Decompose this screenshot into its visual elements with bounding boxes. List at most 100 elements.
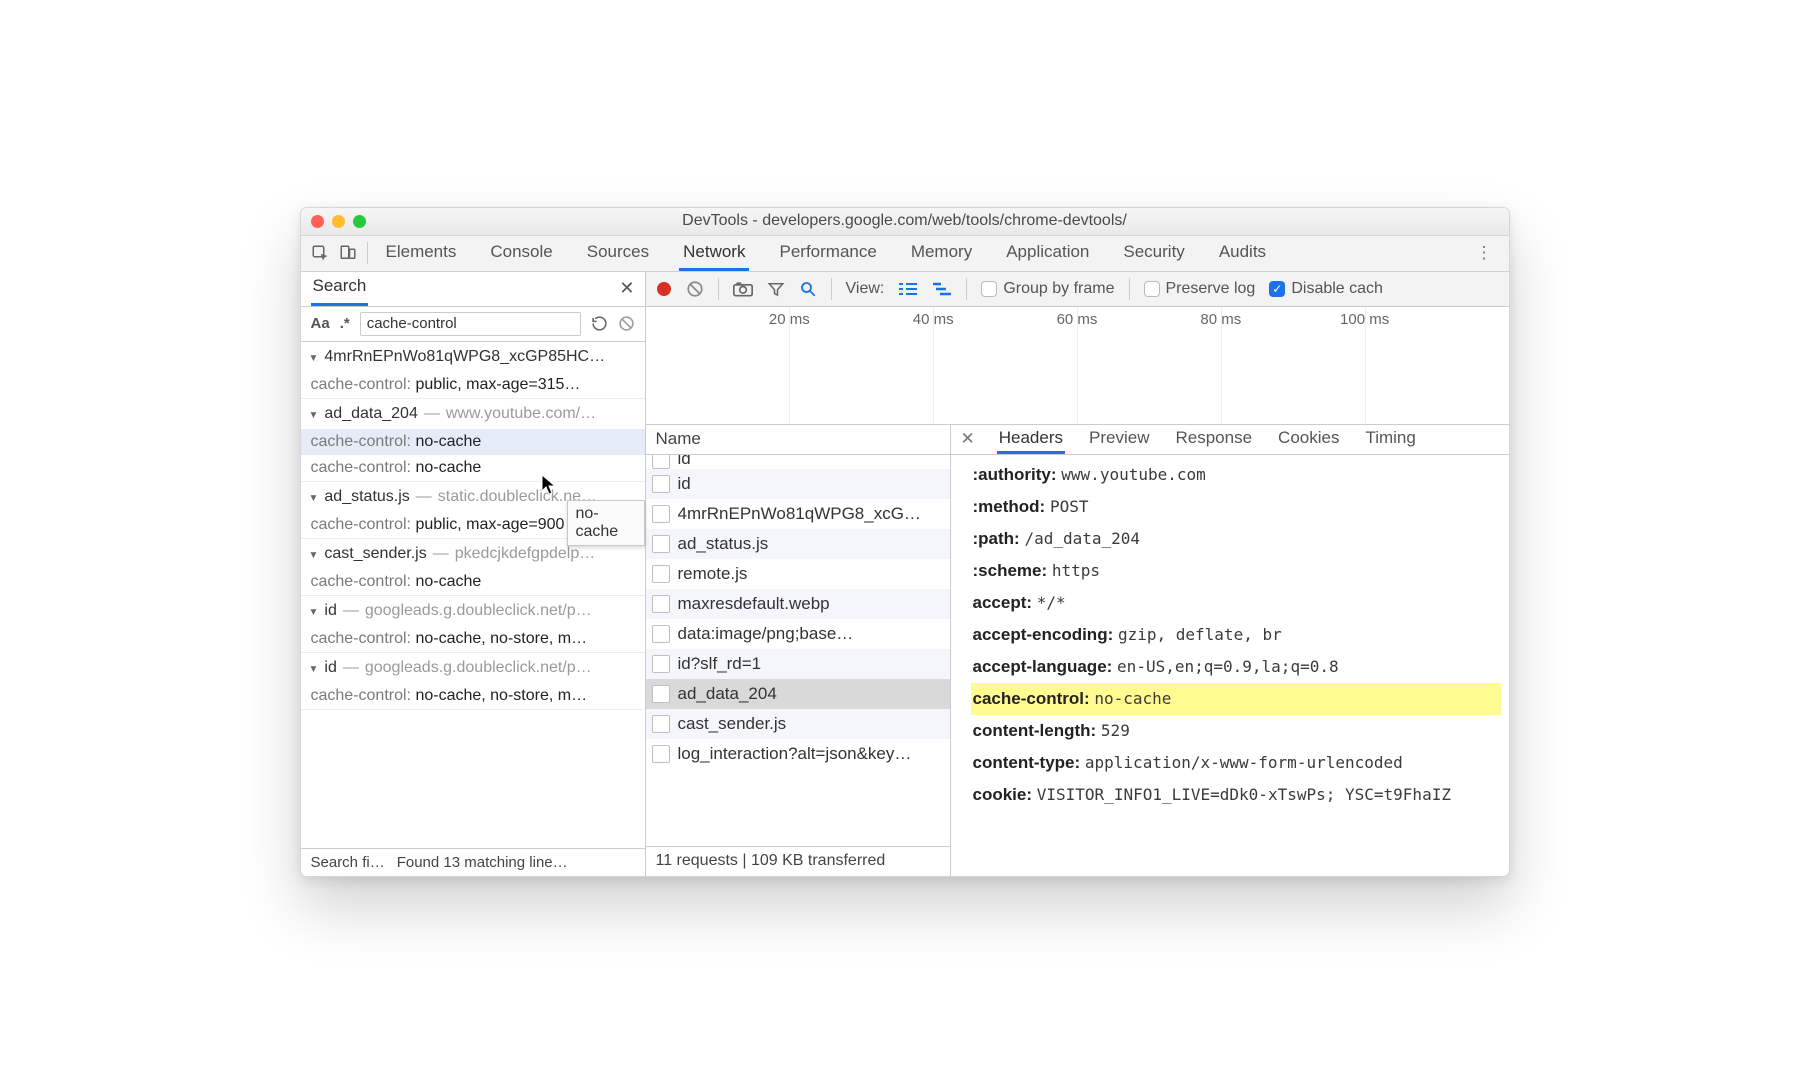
table-row[interactable]: log_interaction?alt=json&key… xyxy=(646,739,950,769)
capture-screenshots-icon[interactable] xyxy=(733,281,753,297)
table-row[interactable]: id xyxy=(646,455,950,469)
header-row[interactable]: cookie: VISITOR_INFO1_LIVE=dDk0-xTswPs; … xyxy=(971,779,1501,811)
table-row[interactable]: maxresdefault.webp xyxy=(646,589,950,619)
request-headers[interactable]: :authority: www.youtube.com:method: POST… xyxy=(951,455,1509,876)
header-row[interactable]: content-type: application/x-www-form-url… xyxy=(971,747,1501,779)
search-result-group: ▼cast_sender.js — pkedcjkdefgpdelp…cache… xyxy=(301,539,645,596)
request-name: id?slf_rd=1 xyxy=(678,654,762,674)
header-row[interactable]: cache-control: no-cache xyxy=(971,683,1501,715)
more-options-icon[interactable]: ⋮ xyxy=(1466,243,1503,263)
tab-response[interactable]: Response xyxy=(1173,425,1254,454)
request-name: data:image/png;base… xyxy=(678,624,854,644)
tab-performance[interactable]: Performance xyxy=(775,236,880,271)
window-title: DevTools - developers.google.com/web/too… xyxy=(682,212,1127,230)
search-result-group-header[interactable]: ▼ad_data_204 — www.youtube.com/… xyxy=(301,399,645,429)
tab-application[interactable]: Application xyxy=(1002,236,1093,271)
tab-console[interactable]: Console xyxy=(486,236,556,271)
zoom-window-button[interactable] xyxy=(353,215,366,228)
regex-toggle[interactable]: .* xyxy=(340,315,350,332)
header-row[interactable]: accept-encoding: gzip, deflate, br xyxy=(971,619,1501,651)
file-icon xyxy=(652,655,670,673)
view-waterfall-icon[interactable] xyxy=(932,281,952,297)
header-row[interactable]: content-length: 529 xyxy=(971,715,1501,747)
header-row[interactable]: :scheme: https xyxy=(971,555,1501,587)
table-row[interactable]: id?slf_rd=1 xyxy=(646,649,950,679)
record-button[interactable] xyxy=(656,281,672,297)
group-by-frame-checkbox[interactable]: Group by frame xyxy=(981,280,1114,298)
view-label: View: xyxy=(846,280,885,298)
header-row[interactable]: :path: /ad_data_204 xyxy=(971,523,1501,555)
header-row[interactable]: accept-language: en-US,en;q=0.9,la;q=0.8 xyxy=(971,651,1501,683)
search-result-group-header[interactable]: ▼id — googleads.g.doubleclick.net/p… xyxy=(301,596,645,626)
file-icon xyxy=(652,625,670,643)
table-row[interactable]: 4mrRnEPnWo81qWPG8_xcG… xyxy=(646,499,950,529)
timeline[interactable]: 20 ms40 ms60 ms80 ms100 ms xyxy=(646,307,1509,425)
search-icon[interactable] xyxy=(799,280,817,298)
table-row[interactable]: remote.js xyxy=(646,559,950,589)
search-result-line[interactable]: cache-control: no-cache xyxy=(301,429,645,455)
table-row[interactable]: id xyxy=(646,469,950,499)
file-icon xyxy=(652,455,670,469)
request-name: cast_sender.js xyxy=(678,714,787,734)
search-result-line[interactable]: cache-control: no-cache xyxy=(301,569,645,595)
tab-cookies[interactable]: Cookies xyxy=(1276,425,1341,454)
disable-cache-checkbox[interactable]: ✓Disable cach xyxy=(1269,280,1383,298)
search-footer: Search fi… Found 13 matching line… xyxy=(301,848,645,876)
search-results[interactable]: ▼4mrRnEPnWo81qWPG8_xcGP85HC…cache-contro… xyxy=(301,342,645,848)
tab-audits[interactable]: Audits xyxy=(1215,236,1270,271)
timeline-tick: 100 ms xyxy=(1340,311,1389,328)
header-row[interactable]: accept: */* xyxy=(971,587,1501,619)
preserve-log-checkbox[interactable]: Preserve log xyxy=(1144,280,1256,298)
request-name: 4mrRnEPnWo81qWPG8_xcG… xyxy=(678,504,921,524)
request-name: maxresdefault.webp xyxy=(678,594,830,614)
column-name-header: Name xyxy=(656,429,701,449)
close-icon[interactable]: ✕ xyxy=(961,429,975,449)
request-list-header[interactable]: Name xyxy=(646,425,950,455)
search-result-group: ▼4mrRnEPnWo81qWPG8_xcGP85HC…cache-contro… xyxy=(301,342,645,399)
search-result-group: ▼id — googleads.g.doubleclick.net/p…cach… xyxy=(301,653,645,710)
tab-preview[interactable]: Preview xyxy=(1087,425,1151,454)
clear-icon[interactable] xyxy=(686,280,704,298)
table-row[interactable]: ad_status.js xyxy=(646,529,950,559)
tab-sources[interactable]: Sources xyxy=(583,236,653,271)
filter-icon[interactable] xyxy=(767,280,785,298)
request-name: id xyxy=(678,455,691,469)
clear-icon[interactable] xyxy=(618,315,635,332)
refresh-icon[interactable] xyxy=(591,315,608,332)
search-result-line[interactable]: cache-control: no-cache xyxy=(301,455,645,481)
tab-memory[interactable]: Memory xyxy=(907,236,976,271)
tab-elements[interactable]: Elements xyxy=(382,236,461,271)
tab-network[interactable]: Network xyxy=(679,236,749,271)
table-row[interactable]: ad_data_204 xyxy=(646,679,950,709)
tab-headers[interactable]: Headers xyxy=(997,425,1065,454)
search-result-line[interactable]: cache-control: public, max-age=315… xyxy=(301,372,645,398)
request-name: remote.js xyxy=(678,564,748,584)
device-mode-icon[interactable] xyxy=(339,244,357,262)
search-result-group-header[interactable]: ▼4mrRnEPnWo81qWPG8_xcGP85HC… xyxy=(301,342,645,372)
match-case-toggle[interactable]: Aa xyxy=(311,315,330,332)
search-result-group-header[interactable]: ▼id — googleads.g.doubleclick.net/p… xyxy=(301,653,645,683)
tab-timing[interactable]: Timing xyxy=(1363,425,1417,454)
header-row[interactable]: :authority: www.youtube.com xyxy=(971,459,1501,491)
close-window-button[interactable] xyxy=(311,215,324,228)
tab-security[interactable]: Security xyxy=(1119,236,1188,271)
table-row[interactable]: data:image/png;base… xyxy=(646,619,950,649)
minimize-window-button[interactable] xyxy=(332,215,345,228)
timeline-tick: 80 ms xyxy=(1200,311,1241,328)
close-icon[interactable]: ✕ xyxy=(619,278,634,299)
header-row[interactable]: :method: POST xyxy=(971,491,1501,523)
file-icon xyxy=(652,745,670,763)
file-icon xyxy=(652,715,670,733)
file-icon xyxy=(652,565,670,583)
table-row[interactable]: cast_sender.js xyxy=(646,709,950,739)
timeline-tick: 20 ms xyxy=(769,311,810,328)
main-area: Search ✕ Aa .* ▼4mrRnEPnWo81qWPG8_xcGP85… xyxy=(301,272,1509,876)
inspect-element-icon[interactable] xyxy=(311,244,329,262)
request-rows[interactable]: idid 4mrRnEPnWo81qWPG8_xcG… ad_status.jsre… xyxy=(646,455,950,846)
view-large-icon[interactable] xyxy=(898,281,918,297)
search-result-line[interactable]: cache-control: no-cache, no-store, m… xyxy=(301,626,645,652)
search-result-line[interactable]: cache-control: no-cache, no-store, m… xyxy=(301,683,645,709)
traffic-lights xyxy=(311,215,366,228)
file-icon xyxy=(652,595,670,613)
search-input[interactable] xyxy=(360,312,581,336)
